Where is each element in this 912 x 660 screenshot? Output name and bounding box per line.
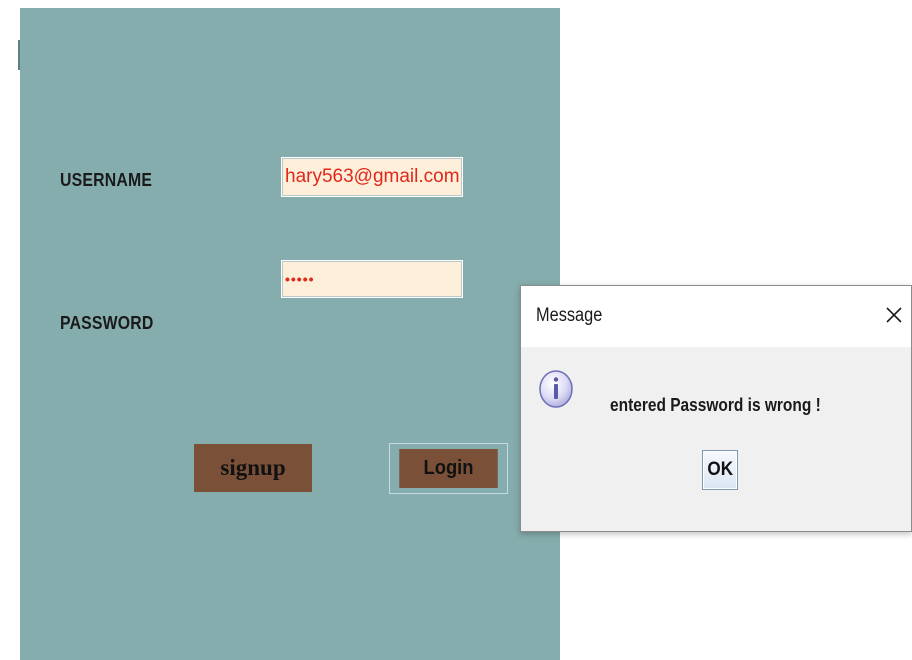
login-panel [20, 8, 560, 660]
login-button-label: Login [399, 449, 498, 488]
signup-button[interactable]: signup [194, 444, 312, 492]
login-button[interactable]: Login [389, 443, 508, 494]
message-dialog: Message entered Password is wrong ! OK [520, 285, 912, 532]
dialog-title: Message [536, 305, 603, 326]
window-edge-mark [18, 40, 20, 70]
close-icon [886, 307, 902, 323]
password-field[interactable]: ••••• [281, 260, 463, 298]
dialog-message: entered Password is wrong ! [610, 395, 821, 415]
username-field[interactable]: hary563@gmail.com [281, 157, 463, 197]
password-label: PASSWORD [60, 313, 154, 333]
ok-button[interactable]: OK [702, 450, 738, 490]
dialog-titlebar[interactable]: Message [521, 286, 911, 347]
info-icon [538, 369, 574, 409]
screen: USERNAME hary563@gmail.com PASSWORD ••••… [0, 0, 912, 660]
username-label: USERNAME [60, 170, 153, 190]
ok-button-label: OK [707, 459, 733, 480]
close-button[interactable] [879, 298, 909, 332]
